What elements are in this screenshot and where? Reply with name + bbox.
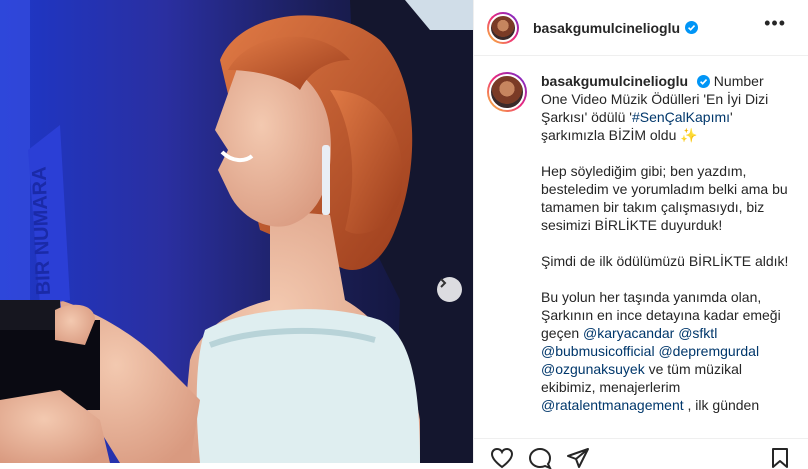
photo-illustration: BIR NUMARA	[0, 0, 473, 463]
hashtag-link[interactable]: #SenÇalKapımı	[632, 109, 730, 125]
comment-icon[interactable]	[528, 447, 552, 469]
mention-link[interactable]: @karyacandar	[583, 325, 674, 341]
more-options-button[interactable]: •••	[764, 14, 786, 32]
mention-link[interactable]: @ozgunaksuyek	[541, 361, 645, 377]
caption-paragraph-1: Hep söylediğim gibi; ben yazdım, bestele…	[541, 163, 788, 233]
save-bookmark-icon[interactable]	[770, 447, 790, 469]
share-icon[interactable]	[566, 447, 590, 469]
chevron-right-icon	[440, 278, 447, 288]
header-username[interactable]: basakgumulcinelioglu	[533, 20, 680, 36]
caption-paragraph-3: Bu yolun her taşında yanımda olan, Şarkı…	[541, 288, 792, 414]
mention-link[interactable]: @ratalentmanagement	[541, 397, 684, 413]
caption: basakgumulcinelioglu Number One Video Mü…	[474, 56, 808, 438]
caption-username[interactable]: basakgumulcinelioglu	[541, 73, 688, 89]
avatar[interactable]	[487, 11, 519, 44]
mention-link[interactable]: @bubmusicofficial	[541, 343, 655, 359]
mention-link[interactable]: @depremgurdal	[658, 343, 759, 359]
caption-avatar[interactable]	[487, 72, 527, 112]
mention-link[interactable]: @sfktl	[678, 325, 717, 341]
award-text: BIR NUMARA	[29, 166, 55, 296]
post-sidebar: basakgumulcinelioglu ••• basakgumulcinel…	[473, 0, 808, 469]
post-photo[interactable]: BIR NUMARA	[0, 0, 473, 463]
like-heart-icon[interactable]	[490, 447, 514, 469]
action-bar	[474, 438, 808, 469]
post-dialog: BIR NUMARA basakgumulcinelioglu ••• basa…	[0, 0, 808, 469]
verified-badge-icon	[696, 75, 710, 88]
sparkles-icon: ✨	[680, 127, 698, 143]
next-photo-button[interactable]	[437, 277, 462, 302]
verified-badge-icon	[685, 21, 699, 34]
caption-para3-text-3: , ilk günden	[683, 397, 760, 413]
caption-text: basakgumulcinelioglu Number One Video Mü…	[541, 72, 792, 414]
post-header: basakgumulcinelioglu •••	[474, 0, 808, 56]
caption-paragraph-2: Şimdi de ilk ödülümüzü BİRLİKTE aldık!	[541, 253, 789, 269]
